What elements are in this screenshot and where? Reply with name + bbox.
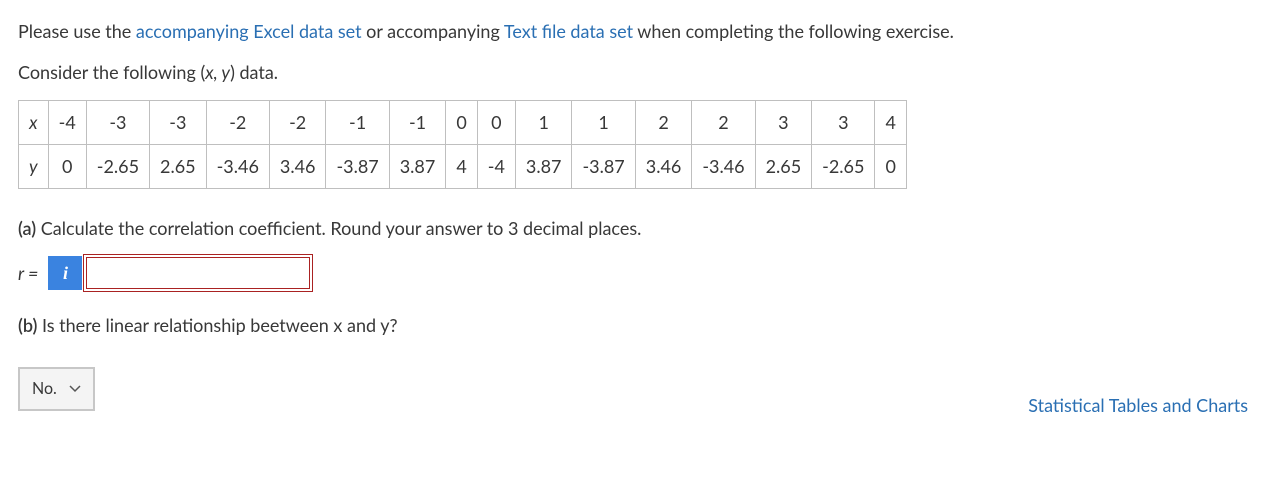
x-cell: -1 xyxy=(326,101,389,145)
x-cell: -4 xyxy=(48,101,86,145)
intro-paragraph: Please use the accompanying Excel data s… xyxy=(18,18,1248,45)
y-cell: -3.87 xyxy=(326,145,389,189)
part-a-question: (a) Calculate the correlation coefficien… xyxy=(18,215,1248,242)
table-row-x: x -4 -3 -3 -2 -2 -1 -1 0 0 1 1 2 2 3 3 4 xyxy=(19,101,907,145)
y-cell: 3.87 xyxy=(515,145,572,189)
data-table: x -4 -3 -3 -2 -2 -1 -1 0 0 1 1 2 2 3 3 4… xyxy=(18,100,907,189)
y-cell: 0 xyxy=(875,145,906,189)
consider-prefix: Consider the following ( xyxy=(18,61,205,83)
y-cell: 3.87 xyxy=(389,145,446,189)
linear-relationship-select[interactable]: No. xyxy=(18,367,95,411)
x-cell: 4 xyxy=(875,101,906,145)
part-a-label: (a) xyxy=(18,217,36,239)
x-cell: 0 xyxy=(446,101,477,145)
chevron-down-icon xyxy=(69,380,81,398)
intro-prefix: Please use the xyxy=(18,20,136,42)
x-cell: -3 xyxy=(86,101,149,145)
intro-suffix: when completing the following exercise. xyxy=(633,20,954,42)
y-cell: 0 xyxy=(48,145,86,189)
y-cell: 2.65 xyxy=(150,145,207,189)
y-cell: -3.87 xyxy=(572,145,635,189)
info-icon: i xyxy=(63,263,68,284)
r-equals-label: r = xyxy=(18,260,38,287)
y-cell: 2.65 xyxy=(755,145,812,189)
consider-paragraph: Consider the following (x, y) data. xyxy=(18,59,1248,86)
x-cell: 1 xyxy=(572,101,635,145)
x-header: x xyxy=(19,101,49,145)
x-cell: -2 xyxy=(269,101,326,145)
y-cell: -3.46 xyxy=(692,145,755,189)
intro-mid: or accompanying xyxy=(362,20,504,42)
y-cell: 4 xyxy=(446,145,477,189)
x-cell: 3 xyxy=(755,101,812,145)
table-row-y: y 0 -2.65 2.65 -3.46 3.46 -3.87 3.87 4 -… xyxy=(19,145,907,189)
x-cell: 2 xyxy=(635,101,692,145)
correlation-input[interactable] xyxy=(86,257,310,289)
x-cell: -2 xyxy=(206,101,269,145)
y-cell: 3.46 xyxy=(269,145,326,189)
x-cell: 1 xyxy=(515,101,572,145)
x-cell: 2 xyxy=(692,101,755,145)
y-header: y xyxy=(19,145,49,189)
part-b-label: (b) xyxy=(18,314,37,336)
text-file-data-link[interactable]: Text file data set xyxy=(504,20,633,42)
x-cell: -1 xyxy=(389,101,446,145)
consider-suffix: ) data. xyxy=(230,61,278,83)
select-value: No. xyxy=(32,377,57,401)
part-a-text: Calculate the correlation coefficient. R… xyxy=(36,217,641,239)
info-button[interactable]: i xyxy=(48,256,82,290)
part-a-answer-row: r = i xyxy=(18,256,1248,290)
x-cell: -3 xyxy=(150,101,207,145)
y-cell: -2.65 xyxy=(812,145,875,189)
x-cell: 3 xyxy=(812,101,875,145)
part-b-question: (b) Is there linear relationship beetwee… xyxy=(18,312,1248,339)
consider-xy: x, y xyxy=(205,61,230,83)
y-cell: 3.46 xyxy=(635,145,692,189)
excel-data-link[interactable]: accompanying Excel data set xyxy=(136,20,362,42)
y-cell: -2.65 xyxy=(86,145,149,189)
part-b-text: Is there linear relationship beetween x … xyxy=(37,314,397,336)
statistical-tables-link[interactable]: Statistical Tables and Charts xyxy=(1028,392,1248,419)
x-cell: 0 xyxy=(477,101,515,145)
y-cell: -4 xyxy=(477,145,515,189)
y-cell: -3.46 xyxy=(206,145,269,189)
